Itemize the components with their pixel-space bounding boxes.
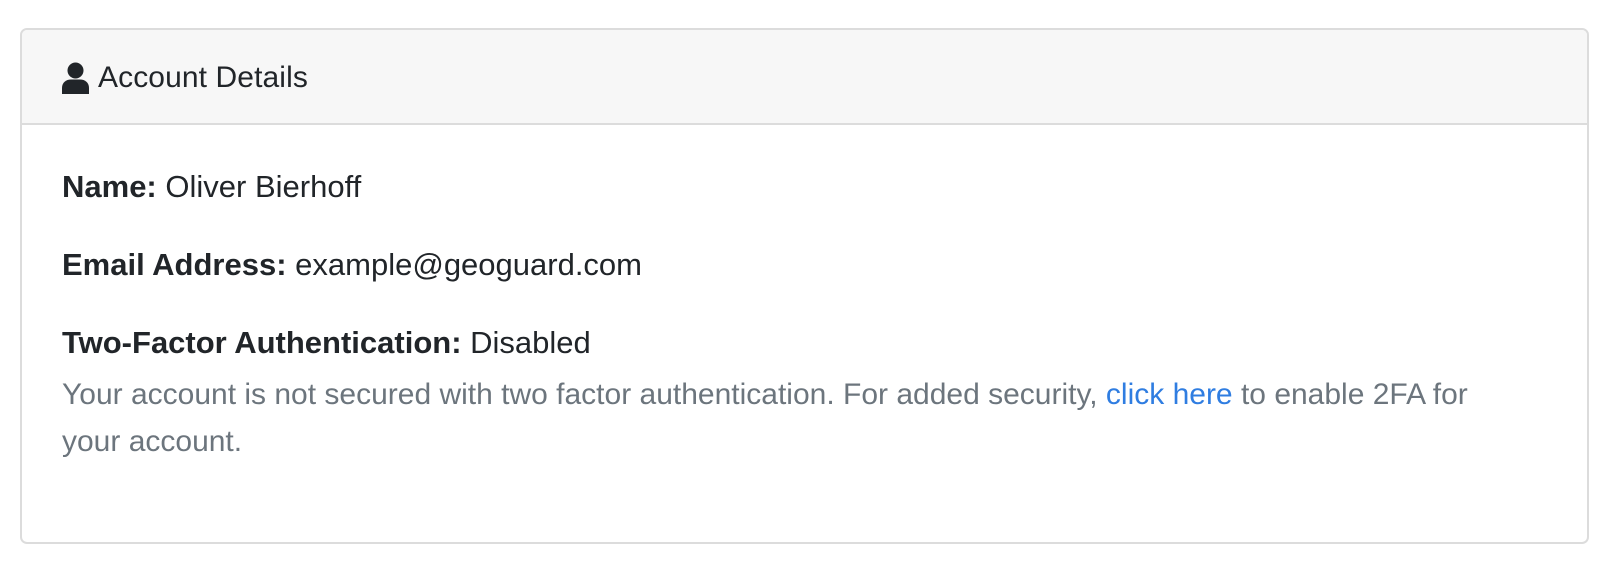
- twofa-status: Disabled: [470, 325, 591, 360]
- twofa-row: Two-Factor Authentication: Disabled: [62, 325, 1547, 361]
- twofa-help-text: Your account is not secured with two fac…: [62, 371, 1502, 465]
- enable-2fa-link[interactable]: click here: [1106, 378, 1233, 411]
- user-icon: [62, 62, 89, 94]
- card-body: Name: Oliver Bierhoff Email Address: exa…: [22, 125, 1587, 465]
- card-title: Account Details: [98, 60, 308, 94]
- twofa-help-before: Your account is not secured with two fac…: [62, 378, 1106, 411]
- name-row: Name: Oliver Bierhoff: [62, 169, 1547, 205]
- email-value: example@geoguard.com: [295, 247, 642, 282]
- account-details-card: Account Details Name: Oliver Bierhoff Em…: [20, 28, 1589, 544]
- name-label: Name:: [62, 169, 157, 204]
- twofa-label: Two-Factor Authentication:: [62, 325, 462, 360]
- name-value: Oliver Bierhoff: [165, 169, 362, 204]
- email-row: Email Address: example@geoguard.com: [62, 247, 1547, 283]
- card-header: Account Details: [22, 30, 1587, 125]
- email-label: Email Address:: [62, 247, 287, 282]
